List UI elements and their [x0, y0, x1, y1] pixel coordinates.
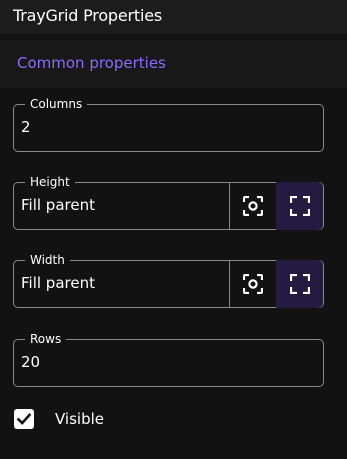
height-fit-content-button[interactable] [229, 182, 276, 230]
height-value: Fill parent [21, 196, 95, 214]
width-label: Width [25, 252, 70, 268]
fit-content-icon [243, 196, 263, 216]
columns-label: Columns [25, 96, 88, 112]
fit-content-icon [243, 274, 263, 294]
fill-parent-icon [289, 274, 310, 294]
panel-title: TrayGrid Properties [13, 6, 162, 25]
panel-header: TrayGrid Properties [0, 0, 347, 34]
section-header-common[interactable]: Common properties [0, 40, 347, 88]
width-fit-content-button[interactable] [229, 260, 276, 308]
height-field[interactable]: Height Fill parent [13, 174, 324, 230]
checkmark-icon [16, 413, 32, 425]
height-fill-parent-button[interactable] [276, 182, 323, 230]
columns-value[interactable]: 2 [21, 118, 31, 136]
rows-value[interactable]: 20 [21, 353, 40, 371]
visible-label: Visible [55, 410, 104, 428]
fill-parent-icon [289, 196, 310, 216]
rows-field[interactable]: Rows 20 [13, 331, 324, 387]
visible-checkbox[interactable] [14, 409, 34, 429]
width-field[interactable]: Width Fill parent [13, 252, 324, 308]
section-label: Common properties [17, 54, 166, 72]
rows-label: Rows [25, 331, 67, 347]
width-fill-parent-button[interactable] [276, 260, 323, 308]
columns-field[interactable]: Columns 2 [13, 96, 324, 152]
visible-toggle[interactable]: Visible [14, 409, 214, 431]
height-label: Height [25, 174, 75, 190]
width-value: Fill parent [21, 274, 95, 292]
